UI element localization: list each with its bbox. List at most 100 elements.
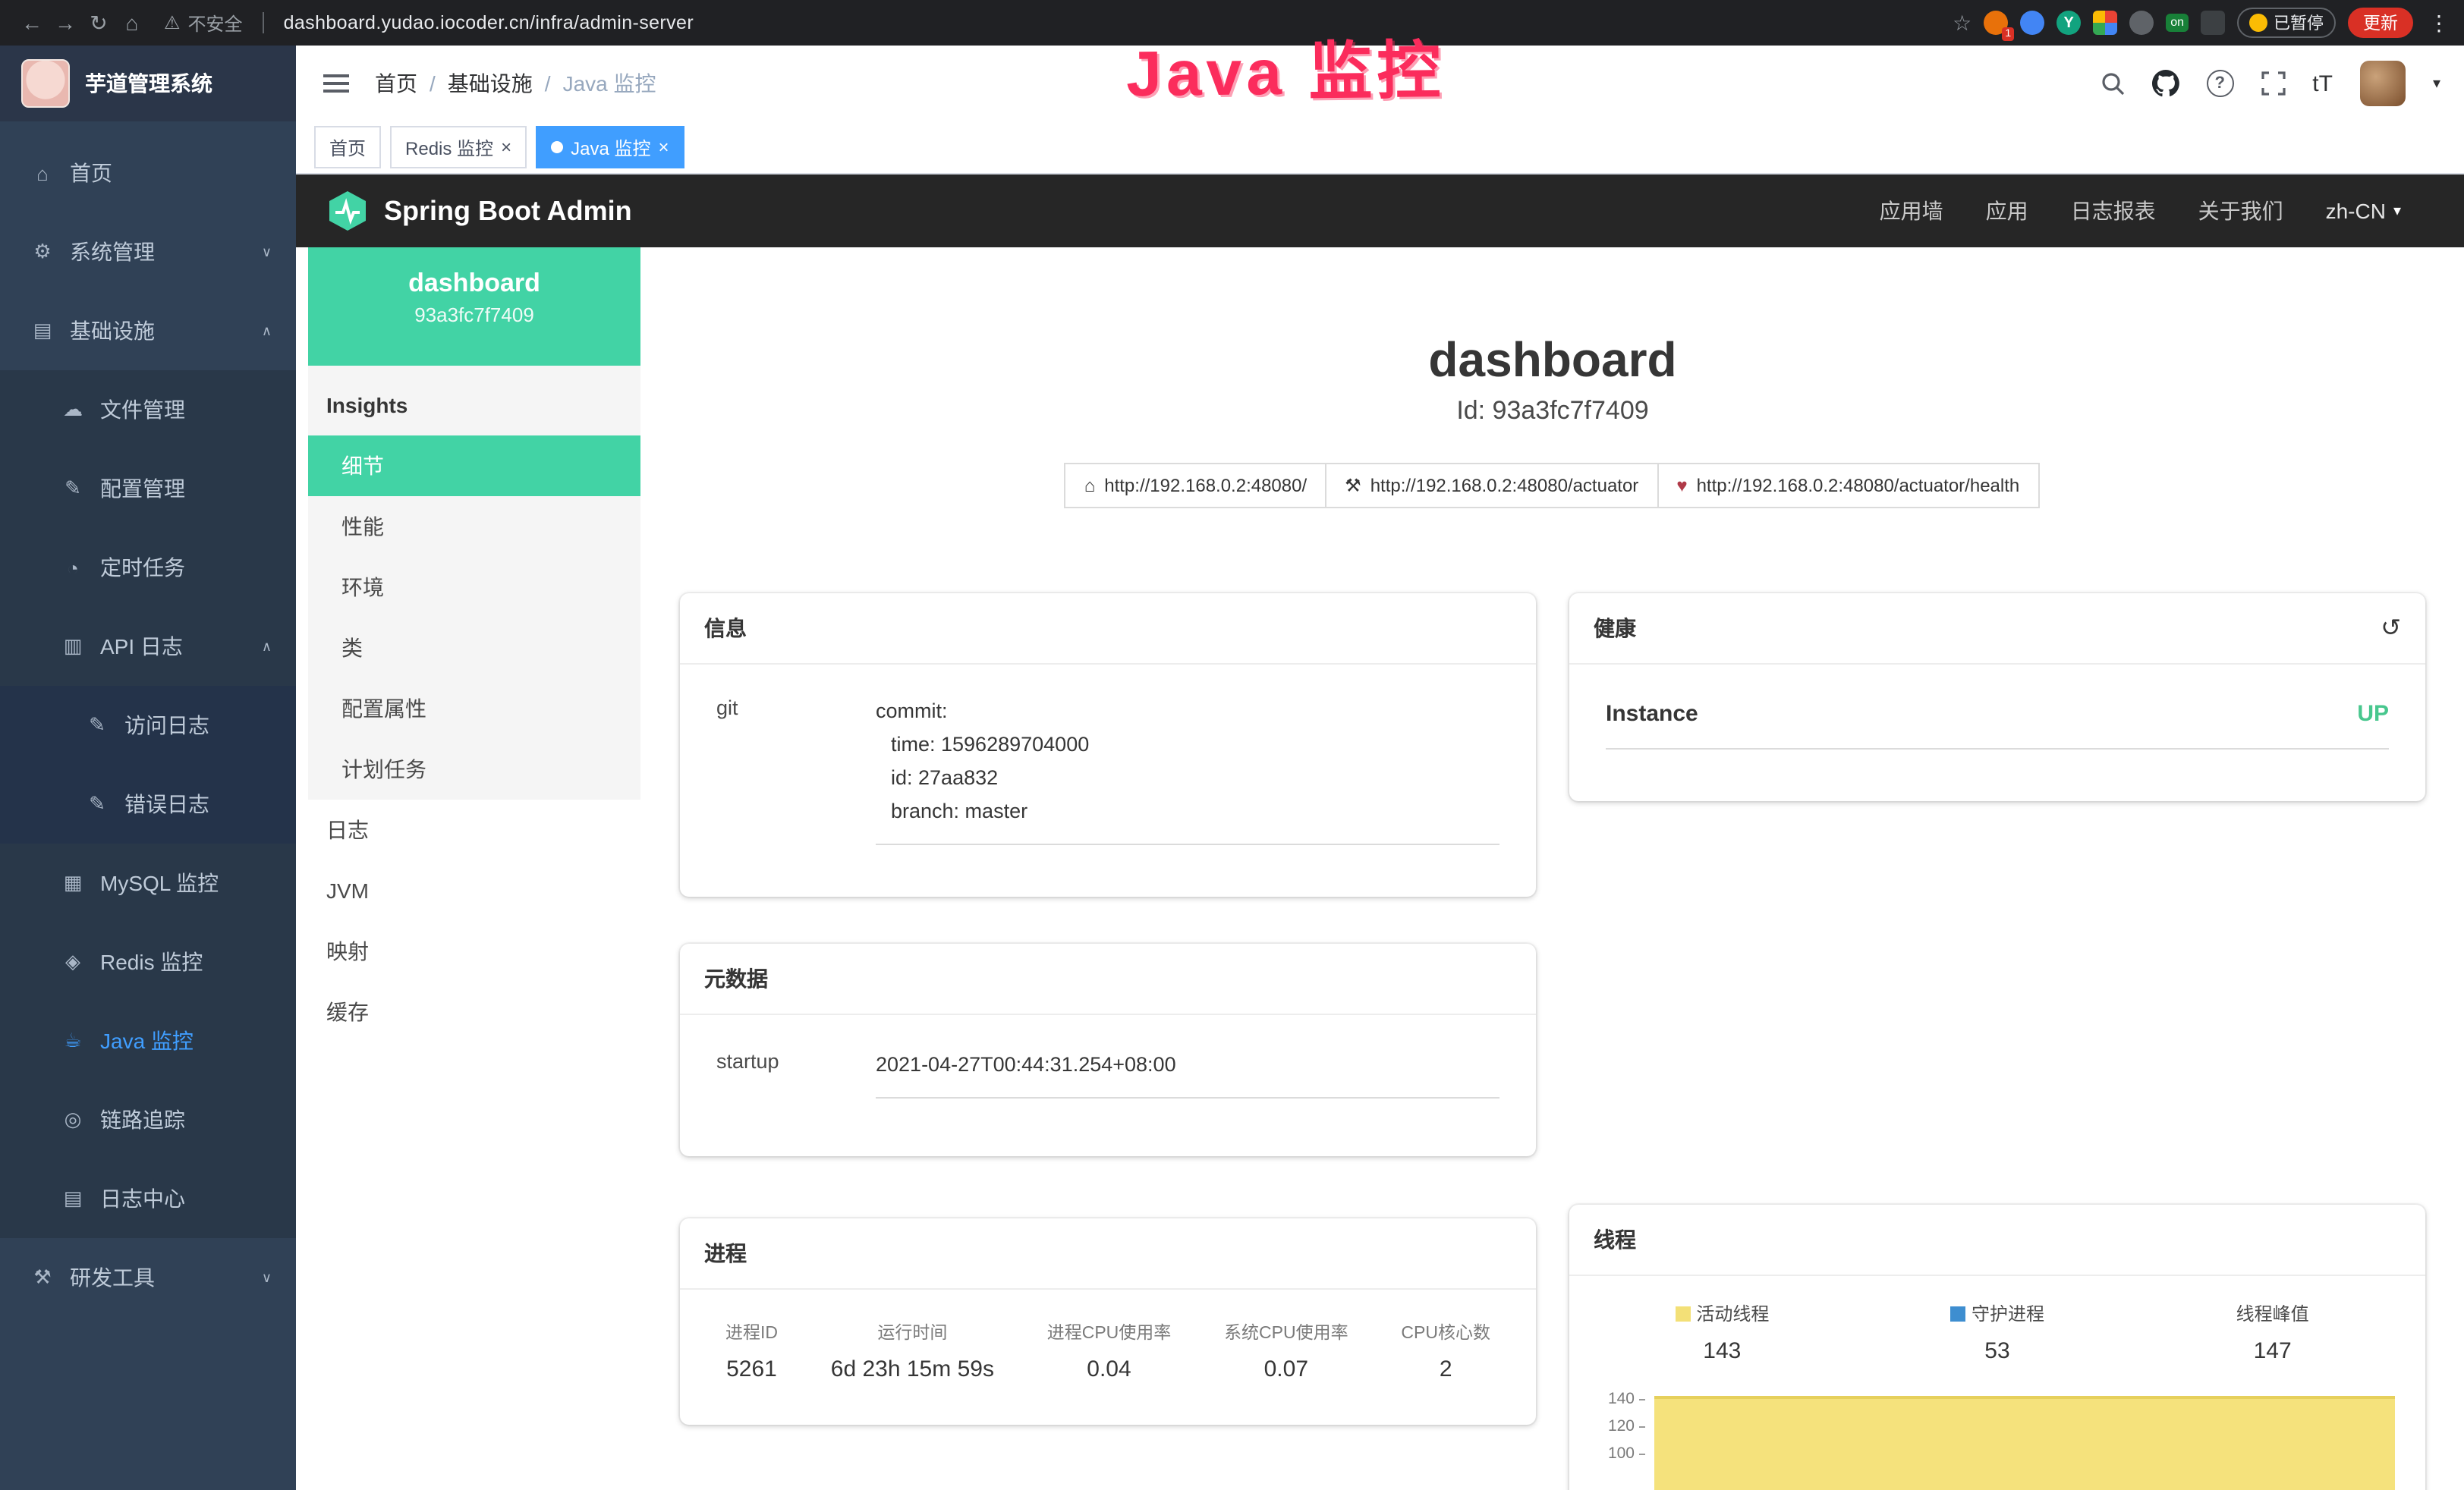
close-icon[interactable]: × (501, 138, 511, 156)
header-tools: ? tT ▾ (2100, 61, 2440, 106)
sba-item-mappings[interactable]: 映射 (308, 921, 640, 982)
sba-item-details[interactable]: 细节 (308, 435, 640, 496)
sba-nav-about[interactable]: 关于我们 (2198, 196, 2283, 226)
process-stat: 进程CPU使用率 0.04 (1047, 1320, 1172, 1382)
stat-value: 2 (1401, 1356, 1490, 1382)
breadcrumb-item[interactable]: 基础设施 (448, 68, 533, 99)
instance-name: dashboard (308, 269, 640, 299)
sidebar-item-mysql-monitor[interactable]: ▦ MySQL 监控 (0, 844, 296, 923)
threads-chart-area (1654, 1396, 2395, 1490)
chevron-up-icon: ∧ (262, 638, 272, 655)
browser-home-icon[interactable]: ⌂ (115, 11, 149, 35)
help-icon[interactable]: ? (2206, 70, 2233, 97)
sidebar-logo[interactable]: 芋道管理系统 (0, 46, 296, 121)
sba-item-config-props[interactable]: 配置属性 (308, 678, 640, 739)
sba-brand[interactable]: Spring Boot Admin (384, 195, 632, 227)
infrastructure-submenu: ☁ 文件管理 ✎ 配置管理 ◔ 定时任务 ▥ API 日志 ∧ (0, 370, 296, 1238)
metadata-key: startup (716, 1048, 876, 1099)
tab-java-monitor[interactable]: Java 监控 × (536, 126, 684, 168)
cloud-icon: ☁ (61, 398, 85, 422)
back-icon[interactable]: ← (15, 11, 49, 35)
sba-nav-wallboard[interactable]: 应用墙 (1880, 196, 1943, 226)
sba-nav-applications[interactable]: 应用 (1986, 196, 2028, 226)
tab-redis-monitor[interactable]: Redis 监控 × (390, 126, 527, 168)
browser-menu-icon[interactable]: ⋮ (2428, 10, 2450, 36)
sba-item-classes[interactable]: 类 (308, 618, 640, 678)
info-row: git commit: time: 1596289704000 id: 27aa… (716, 695, 1499, 845)
update-button[interactable]: 更新 (2348, 8, 2413, 38)
sidebar-item-access-logs[interactable]: ✎ 访问日志 (0, 686, 296, 765)
sidebar-item-java-monitor[interactable]: ☕ Java 监控 (0, 1001, 296, 1080)
forward-icon[interactable]: → (49, 11, 82, 35)
address-url[interactable]: dashboard.yudao.iocoder.cn/infra/admin-s… (284, 12, 694, 33)
sidebar-item-infrastructure[interactable]: ▤ 基础设施 ∧ (0, 291, 296, 370)
stat-value: 147 (2135, 1338, 2410, 1364)
github-icon[interactable] (2151, 70, 2179, 97)
breadcrumb-item[interactable]: 首页 (375, 68, 417, 99)
tab-home[interactable]: 首页 (314, 126, 381, 168)
breadcrumb: 首页 / 基础设施 / Java 监控 (375, 68, 656, 99)
extension-icon[interactable] (2020, 11, 2044, 35)
process-stats: 进程ID 5261 运行时间 6d 23h 15m 59s (680, 1290, 1536, 1425)
sidebar-item-scheduled-jobs[interactable]: ◔ 定时任务 (0, 528, 296, 607)
sba-item-logs[interactable]: 日志 (308, 800, 640, 860)
instance-header[interactable]: dashboard 93a3fc7f7409 (308, 247, 640, 366)
process-stat: CPU核心数 2 (1401, 1320, 1490, 1382)
health-card-title: 健康 (1594, 613, 1636, 643)
sidebar-item-label: 首页 (70, 158, 112, 188)
sba-nav-journal[interactable]: 日志报表 (2071, 196, 2156, 226)
stat-label: 进程CPU使用率 (1047, 1320, 1172, 1344)
sidebar-item-api-logs[interactable]: ▥ API 日志 ∧ (0, 607, 296, 686)
stat-label: 进程ID (725, 1320, 778, 1344)
threads-stat: 守护进程 53 (1860, 1300, 2135, 1364)
service-url-link[interactable]: ⌂ http://192.168.0.2:48080/ (1065, 463, 1326, 508)
screenshot-viewport: ← → ↻ ⌂ ⚠ 不安全 dashboard.yudao.iocoder.cn… (0, 0, 2464, 1490)
extension-icon[interactable]: 1 (1984, 11, 2008, 35)
history-icon[interactable]: ↺ (2381, 613, 2401, 643)
sidebar-item-file-management[interactable]: ☁ 文件管理 (0, 370, 296, 449)
extension-icon[interactable] (2129, 11, 2154, 35)
health-card: 健康 ↺ Instance UP (1569, 593, 2425, 801)
sba-item-scheduled-tasks[interactable]: 计划任务 (308, 739, 640, 800)
sidebar-item-log-center[interactable]: ▤ 日志中心 (0, 1159, 296, 1238)
link-url: http://192.168.0.2:48080/ (1104, 475, 1307, 496)
health-url-link[interactable]: ♥ http://192.168.0.2:48080/actuator/heal… (1657, 463, 2039, 508)
stat-value: 5261 (725, 1356, 778, 1382)
site-security[interactable]: ⚠ 不安全 dashboard.yudao.iocoder.cn/infra/a… (164, 10, 694, 36)
sba-body: dashboard 93a3fc7f7409 Insights 细节 性能 环境… (296, 247, 2464, 1490)
reload-icon[interactable]: ↻ (82, 10, 115, 36)
gear-icon: ⚙ (30, 240, 55, 264)
process-stat: 进程ID 5261 (725, 1320, 778, 1382)
info-line: time: 1596289704000 (891, 728, 1499, 762)
extension-on-badge[interactable]: on (2166, 14, 2189, 32)
sidebar-item-error-logs[interactable]: ✎ 错误日志 (0, 765, 296, 844)
metadata-row: startup 2021-04-27T00:44:31.254+08:00 (716, 1048, 1499, 1099)
hamburger-icon[interactable] (320, 71, 351, 96)
sba-language-select[interactable]: zh-CN ▾ (2326, 199, 2401, 223)
extension-icon[interactable] (2093, 11, 2117, 35)
caret-down-icon[interactable]: ▾ (2433, 75, 2440, 92)
sba-item-caches[interactable]: 缓存 (308, 982, 640, 1042)
extension-icon[interactable]: Y (2056, 11, 2081, 35)
sidebar-item-home[interactable]: ⌂ 首页 (0, 134, 296, 212)
bookmark-star-icon[interactable]: ☆ (1953, 10, 1972, 36)
sba-item-jvm[interactable]: JVM (308, 860, 640, 921)
fullscreen-icon[interactable] (2261, 71, 2285, 96)
sidebar-item-label: API 日志 (100, 631, 183, 662)
close-icon[interactable]: × (658, 138, 669, 156)
sidebar-item-config-management[interactable]: ✎ 配置管理 (0, 449, 296, 528)
sidebar-item-system-management[interactable]: ⚙ 系统管理 ∨ (0, 212, 296, 291)
search-icon[interactable] (2100, 71, 2124, 96)
extensions-puzzle-icon[interactable] (2201, 11, 2225, 35)
sba-item-performance[interactable]: 性能 (308, 496, 640, 557)
actuator-url-link[interactable]: ⚒ http://192.168.0.2:48080/actuator (1325, 463, 1658, 508)
avatar[interactable] (2360, 61, 2406, 106)
sba-item-environment[interactable]: 环境 (308, 557, 640, 618)
sidebar-item-redis-monitor[interactable]: ◈ Redis 监控 (0, 923, 296, 1001)
sidebar-item-link-tracing[interactable]: ◎ 链路追踪 (0, 1080, 296, 1159)
paused-badge[interactable]: 已暂停 (2237, 8, 2336, 38)
sidebar-item-dev-tools[interactable]: ⚒ 研发工具 ∨ (0, 1238, 296, 1317)
font-size-icon[interactable]: tT (2312, 71, 2333, 96)
chevron-down-icon: ∨ (262, 244, 272, 260)
chevron-down-icon: ∨ (262, 1269, 272, 1286)
